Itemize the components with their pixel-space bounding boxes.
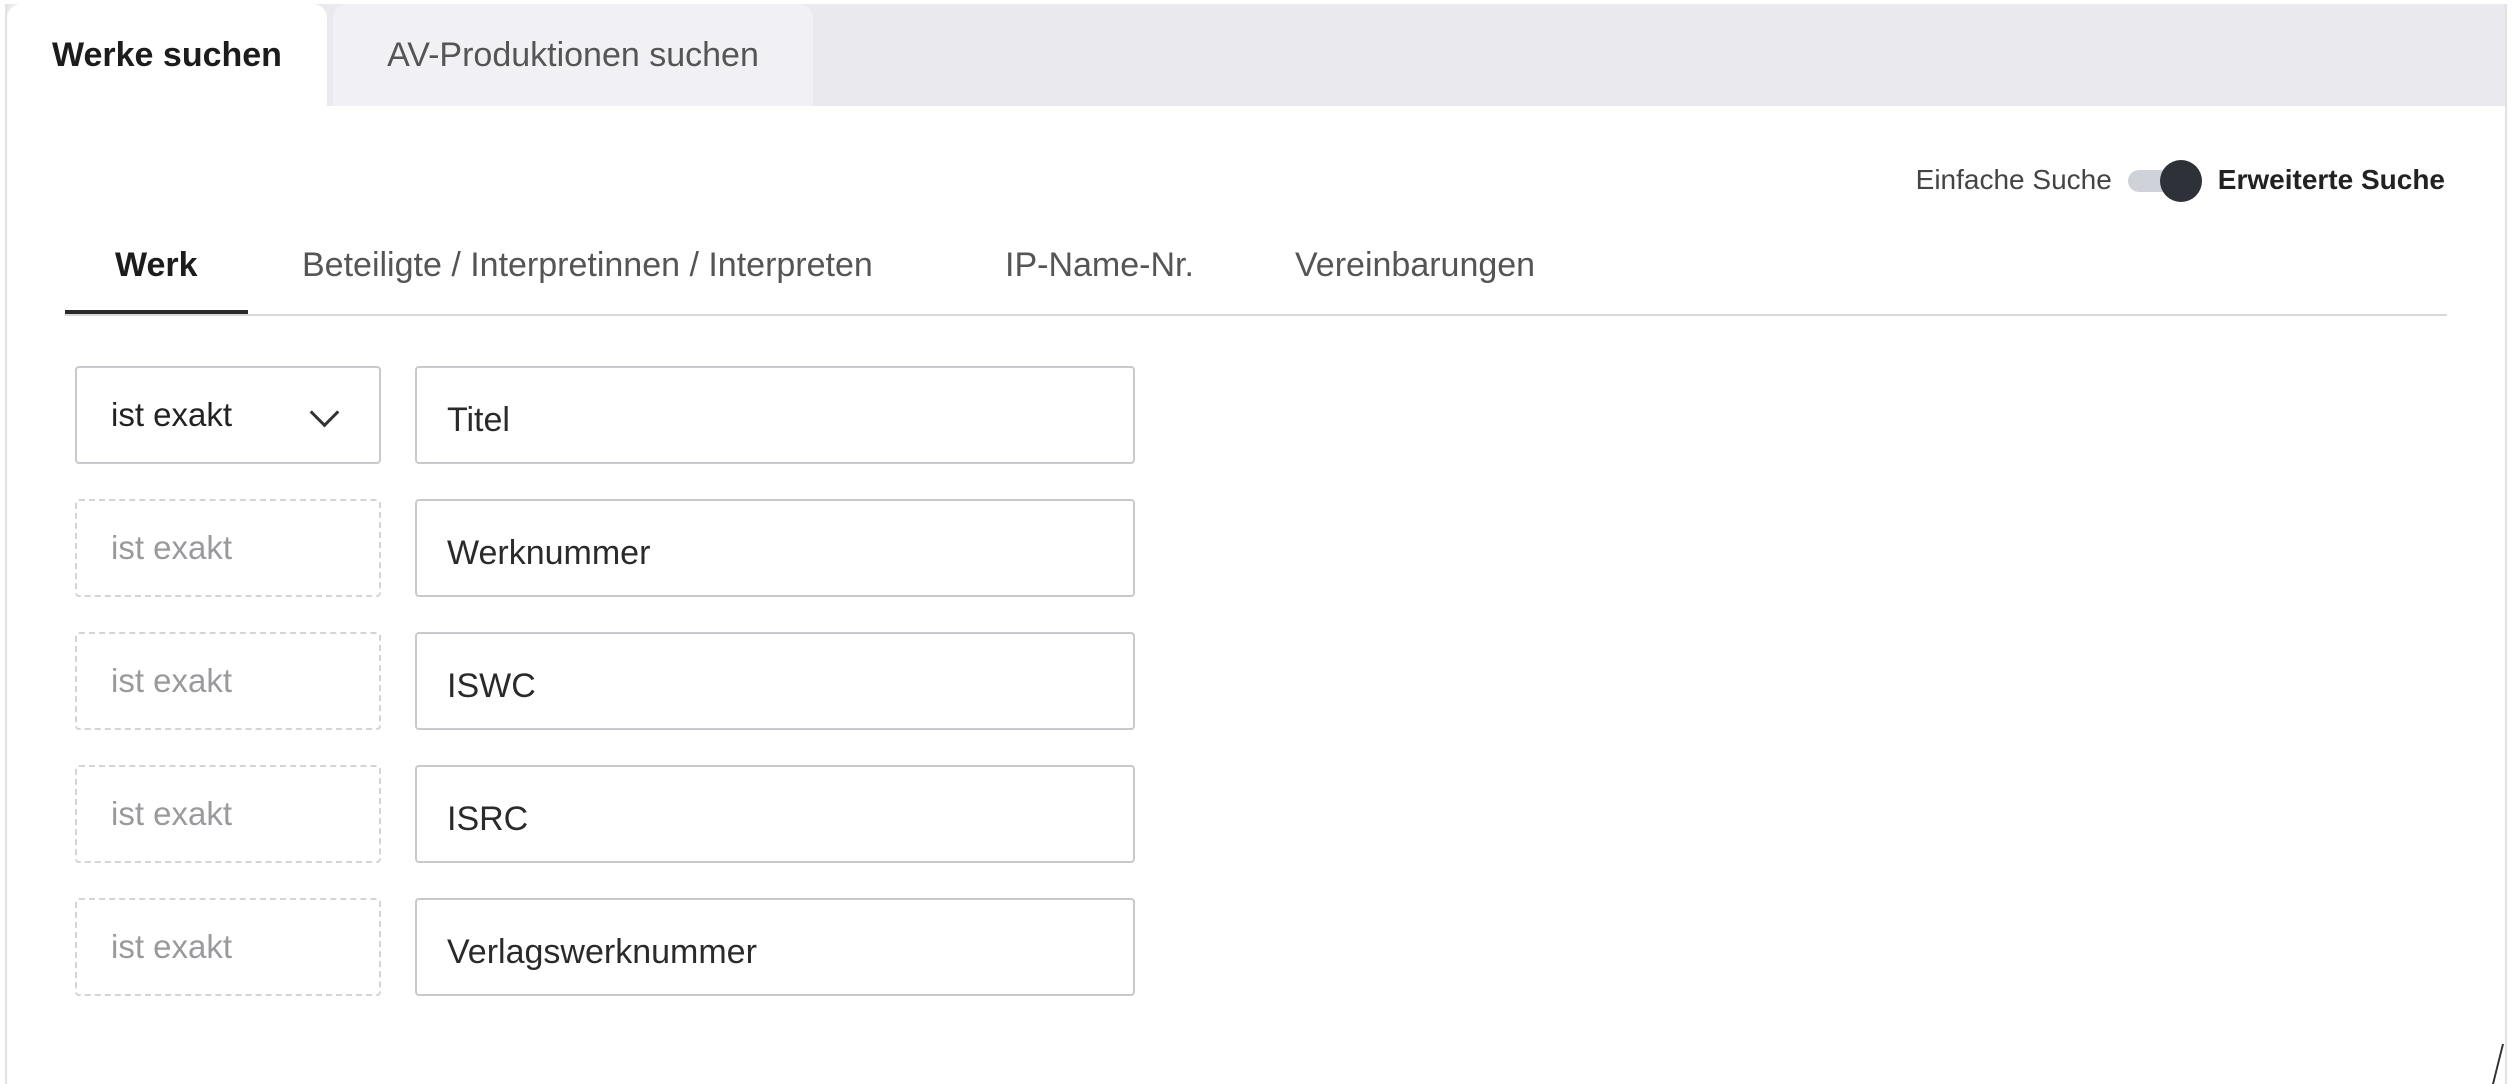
chevron-down-icon <box>309 397 340 428</box>
operator-value: ist exakt <box>111 795 233 832</box>
operator-isrc: ist exakt <box>75 765 381 863</box>
tab-av-produktionen-suchen[interactable]: AV-Produktionen suchen <box>333 4 813 106</box>
sub-tab-bar: Werk Beteiligte / Interpretinnen / Inter… <box>65 230 2447 316</box>
switch-knob <box>2159 160 2202 202</box>
operator-verlagswerknummer: ist exakt <box>75 898 381 996</box>
operator-select-value: ist exakt <box>111 396 233 433</box>
simple-search-label[interactable]: Einfache Suche <box>1916 164 2112 196</box>
sub-tab-vereinbarungen[interactable]: Vereinbarungen <box>1295 230 1535 314</box>
operator-value: ist exakt <box>111 529 233 566</box>
verlagswerknummer-input[interactable] <box>415 898 1135 996</box>
sub-tab-ip-name-nr[interactable]: IP-Name-Nr. <box>1005 230 1194 314</box>
sub-tab-beteiligte[interactable]: Beteiligte / Interpretinnen / Interprete… <box>302 230 873 314</box>
operator-value: ist exakt <box>111 662 233 699</box>
titel-input[interactable] <box>415 366 1135 464</box>
iswc-input[interactable] <box>415 632 1135 730</box>
operator-value: ist exakt <box>111 928 233 965</box>
operator-select-titel[interactable]: ist exakt <box>75 366 381 464</box>
operator-werknummer: ist exakt <box>75 499 381 597</box>
sub-tab-werk[interactable]: Werk <box>65 230 248 314</box>
top-tab-bar: Werke suchen AV-Produktionen suchen <box>7 4 2505 106</box>
search-mode-toggle-group: Einfache Suche Erweiterte Suche <box>1916 156 2445 204</box>
operator-iswc: ist exakt <box>75 632 381 730</box>
werknummer-input[interactable] <box>415 499 1135 597</box>
resize-handle-icon <box>2492 1044 2508 1084</box>
search-mode-switch[interactable] <box>2127 158 2202 202</box>
isrc-input[interactable] <box>415 765 1135 863</box>
search-panel: Werke suchen AV-Produktionen suchen Einf… <box>5 4 2508 1084</box>
advanced-search-label[interactable]: Erweiterte Suche <box>2218 164 2445 196</box>
tab-werke-suchen[interactable]: Werke suchen <box>7 4 327 106</box>
